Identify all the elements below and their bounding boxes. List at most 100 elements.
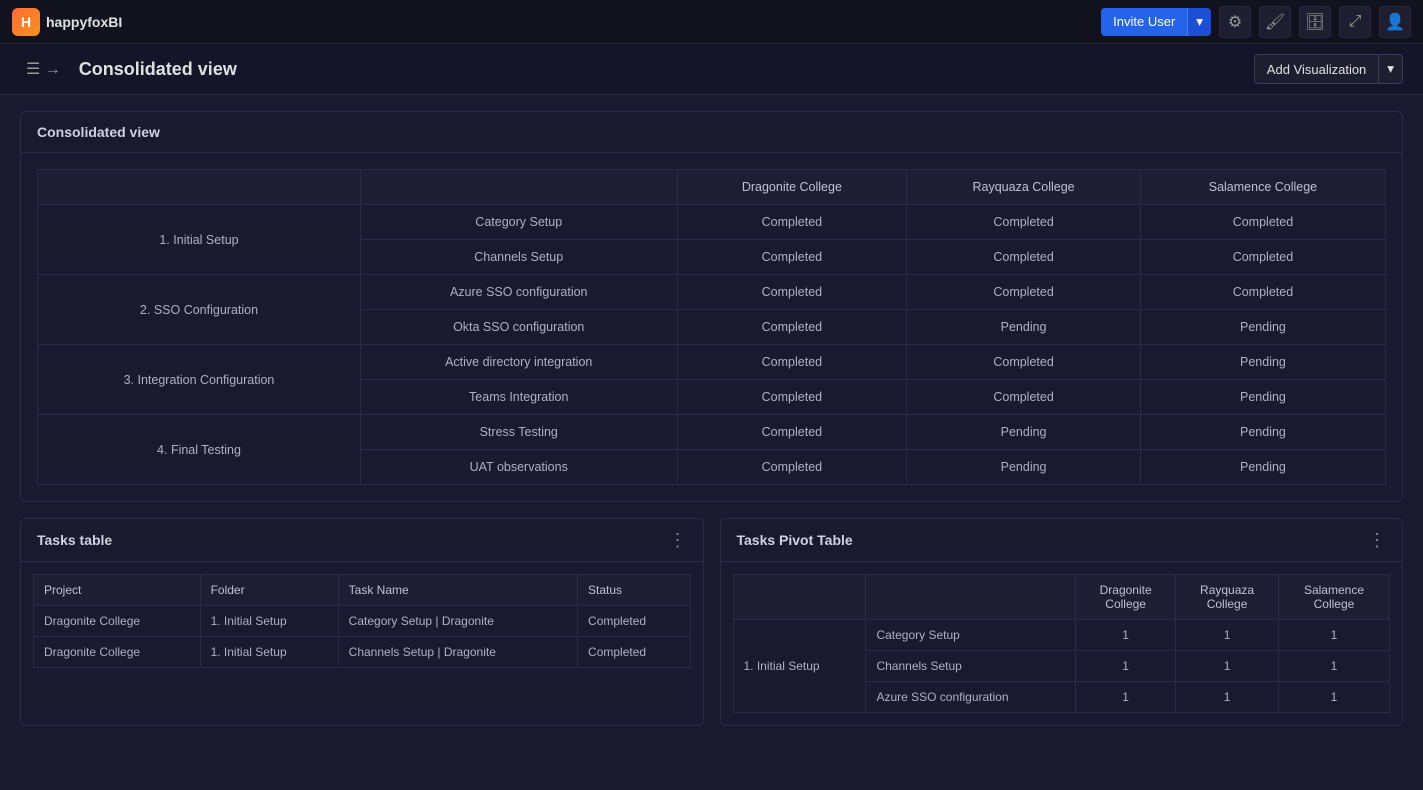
tasks-table-body: Project Folder Task Name Status Dragonit… (21, 562, 703, 680)
tasks-col-folder: Folder (200, 575, 338, 606)
task_name-cell: Channels Setup | Dragonite (338, 637, 577, 668)
user-button[interactable]: 👤 (1379, 6, 1411, 38)
group-label-cell: 4. Final Testing (38, 415, 361, 485)
sidebar-toggle-button[interactable]: ☰ → (20, 57, 67, 81)
pivot-value-cell: 1 (1076, 682, 1176, 713)
task-cell: Channels Setup (360, 240, 677, 275)
task-cell: Okta SSO configuration (360, 310, 677, 345)
tasks-table-menu-button[interactable]: ⋮ (669, 531, 687, 549)
pivot-task-cell: Channels Setup (866, 651, 1076, 682)
group-label-cell: 2. SSO Configuration (38, 275, 361, 345)
pivot-col-empty1 (733, 575, 866, 620)
pivot-value-cell: 1 (1176, 651, 1279, 682)
tasks-col-taskname: Task Name (338, 575, 577, 606)
pivot-value-cell: 1 (1076, 620, 1176, 651)
status-cell: Completed (677, 240, 907, 275)
expand-button[interactable]: ⤢ (1339, 6, 1371, 38)
folder-cell: 1. Initial Setup (200, 637, 338, 668)
project-cell: Dragonite College (34, 606, 201, 637)
status-cell: Completed (907, 275, 1141, 310)
table-row: Dragonite College1. Initial SetupChannel… (34, 637, 691, 668)
task-cell: Category Setup (360, 205, 677, 240)
consolidated-view-widget: Consolidated view Dragonite College Rayq… (20, 111, 1403, 502)
topnav-left: H happyfoxBI (12, 8, 122, 36)
invite-user-dropdown-button[interactable]: ▾ (1187, 8, 1211, 36)
header-bar: ☰ → Consolidated view Add Visualization … (0, 44, 1423, 95)
pivot-task-cell: Azure SSO configuration (866, 682, 1076, 713)
add-visualization-dropdown-button[interactable]: ▾ (1379, 54, 1403, 84)
pivot-table-menu-button[interactable]: ⋮ (1368, 531, 1386, 549)
status-cell: Pending (1140, 450, 1385, 485)
status-cell: Pending (907, 415, 1141, 450)
bottom-row: Tasks table ⋮ Project Folder Task Name S… (20, 518, 1403, 742)
logo: H happyfoxBI (12, 8, 122, 36)
table-row: 3. Integration ConfigurationActive direc… (38, 345, 1386, 380)
pivot-col-salamence: SalamenceCollege (1278, 575, 1389, 620)
pivot-table-body: DragoniteCollege RayquazaCollege Salamen… (721, 562, 1403, 725)
status-cell: Pending (1140, 310, 1385, 345)
pivot-data-table: DragoniteCollege RayquazaCollege Salamen… (733, 574, 1391, 713)
status-cell: Completed (677, 310, 907, 345)
logo-text: happyfoxBI (46, 14, 122, 30)
pivot-value-cell: 1 (1176, 620, 1279, 651)
project-cell: Dragonite College (34, 637, 201, 668)
task-cell: Stress Testing (360, 415, 677, 450)
status-cell: Pending (1140, 345, 1385, 380)
add-visualization-button[interactable]: Add Visualization (1254, 54, 1380, 84)
table-row: 1. Initial SetupCategory Setup111 (733, 620, 1390, 651)
folder-cell: 1. Initial Setup (200, 606, 338, 637)
main-content: Consolidated view Dragonite College Rayq… (0, 95, 1423, 790)
pivot-col-empty2 (866, 575, 1076, 620)
pivot-value-cell: 1 (1278, 620, 1389, 651)
consolidated-view-widget-header: Consolidated view (21, 112, 1402, 153)
status-cell: Completed (677, 275, 907, 310)
tasks-col-project: Project (34, 575, 201, 606)
topnav-right: Invite User ▾ ⚙ 🖌 🗄 ⤢ 👤 (1101, 6, 1411, 38)
table-row: Dragonite College1. Initial SetupCategor… (34, 606, 691, 637)
col-header-salamence: Salamence College (1140, 170, 1385, 205)
pivot-table-header-row: Tasks Pivot Table ⋮ (721, 519, 1403, 562)
brush-button[interactable]: 🖌 (1259, 6, 1291, 38)
tasks-data-table: Project Folder Task Name Status Dragonit… (33, 574, 691, 668)
status-cell: Completed (1140, 275, 1385, 310)
settings-button[interactable]: ⚙ (1219, 6, 1251, 38)
task-cell: Teams Integration (360, 380, 677, 415)
col-header-empty2 (360, 170, 677, 205)
tasks-col-status: Status (578, 575, 690, 606)
invite-user-button[interactable]: Invite User (1101, 8, 1187, 36)
status-cell: Completed (677, 205, 907, 240)
status-cell: Completed (677, 345, 907, 380)
task_name-cell: Category Setup | Dragonite (338, 606, 577, 637)
status-cell: Pending (1140, 415, 1385, 450)
pivot-col-rayquaza: RayquazaCollege (1176, 575, 1279, 620)
pivot-table-title: Tasks Pivot Table (737, 532, 853, 548)
top-navigation: H happyfoxBI Invite User ▾ ⚙ 🖌 🗄 ⤢ 👤 (0, 0, 1423, 44)
status-cell: Completed (907, 240, 1141, 275)
pivot-group-label: 1. Initial Setup (733, 620, 866, 713)
status-cell: Completed (677, 450, 907, 485)
col-header-rayquaza: Rayquaza College (907, 170, 1141, 205)
pivot-value-cell: 1 (1076, 651, 1176, 682)
task-cell: UAT observations (360, 450, 677, 485)
tasks-table-header-row: Tasks table ⋮ (21, 519, 703, 562)
pivot-col-dragonite: DragoniteCollege (1076, 575, 1176, 620)
task-cell: Azure SSO configuration (360, 275, 677, 310)
pivot-value-cell: 1 (1278, 651, 1389, 682)
logo-icon: H (12, 8, 40, 36)
task-cell: Active directory integration (360, 345, 677, 380)
status-cell: Completed (907, 380, 1141, 415)
database-button[interactable]: 🗄 (1299, 6, 1331, 38)
consolidated-table: Dragonite College Rayquaza College Salam… (37, 169, 1386, 485)
header-left: ☰ → Consolidated view (20, 57, 237, 81)
page-title: Consolidated view (79, 59, 237, 80)
status-cell: Completed (1140, 240, 1385, 275)
status-cell: Completed (1140, 205, 1385, 240)
status-cell: Pending (907, 310, 1141, 345)
invite-user-group: Invite User ▾ (1101, 8, 1211, 36)
status-cell: Completed (907, 205, 1141, 240)
pivot-value-cell: 1 (1176, 682, 1279, 713)
tasks-table-widget: Tasks table ⋮ Project Folder Task Name S… (20, 518, 704, 726)
status-cell: Pending (1140, 380, 1385, 415)
group-label-cell: 1. Initial Setup (38, 205, 361, 275)
pivot-table-widget: Tasks Pivot Table ⋮ DragoniteCollege Ray… (720, 518, 1404, 726)
